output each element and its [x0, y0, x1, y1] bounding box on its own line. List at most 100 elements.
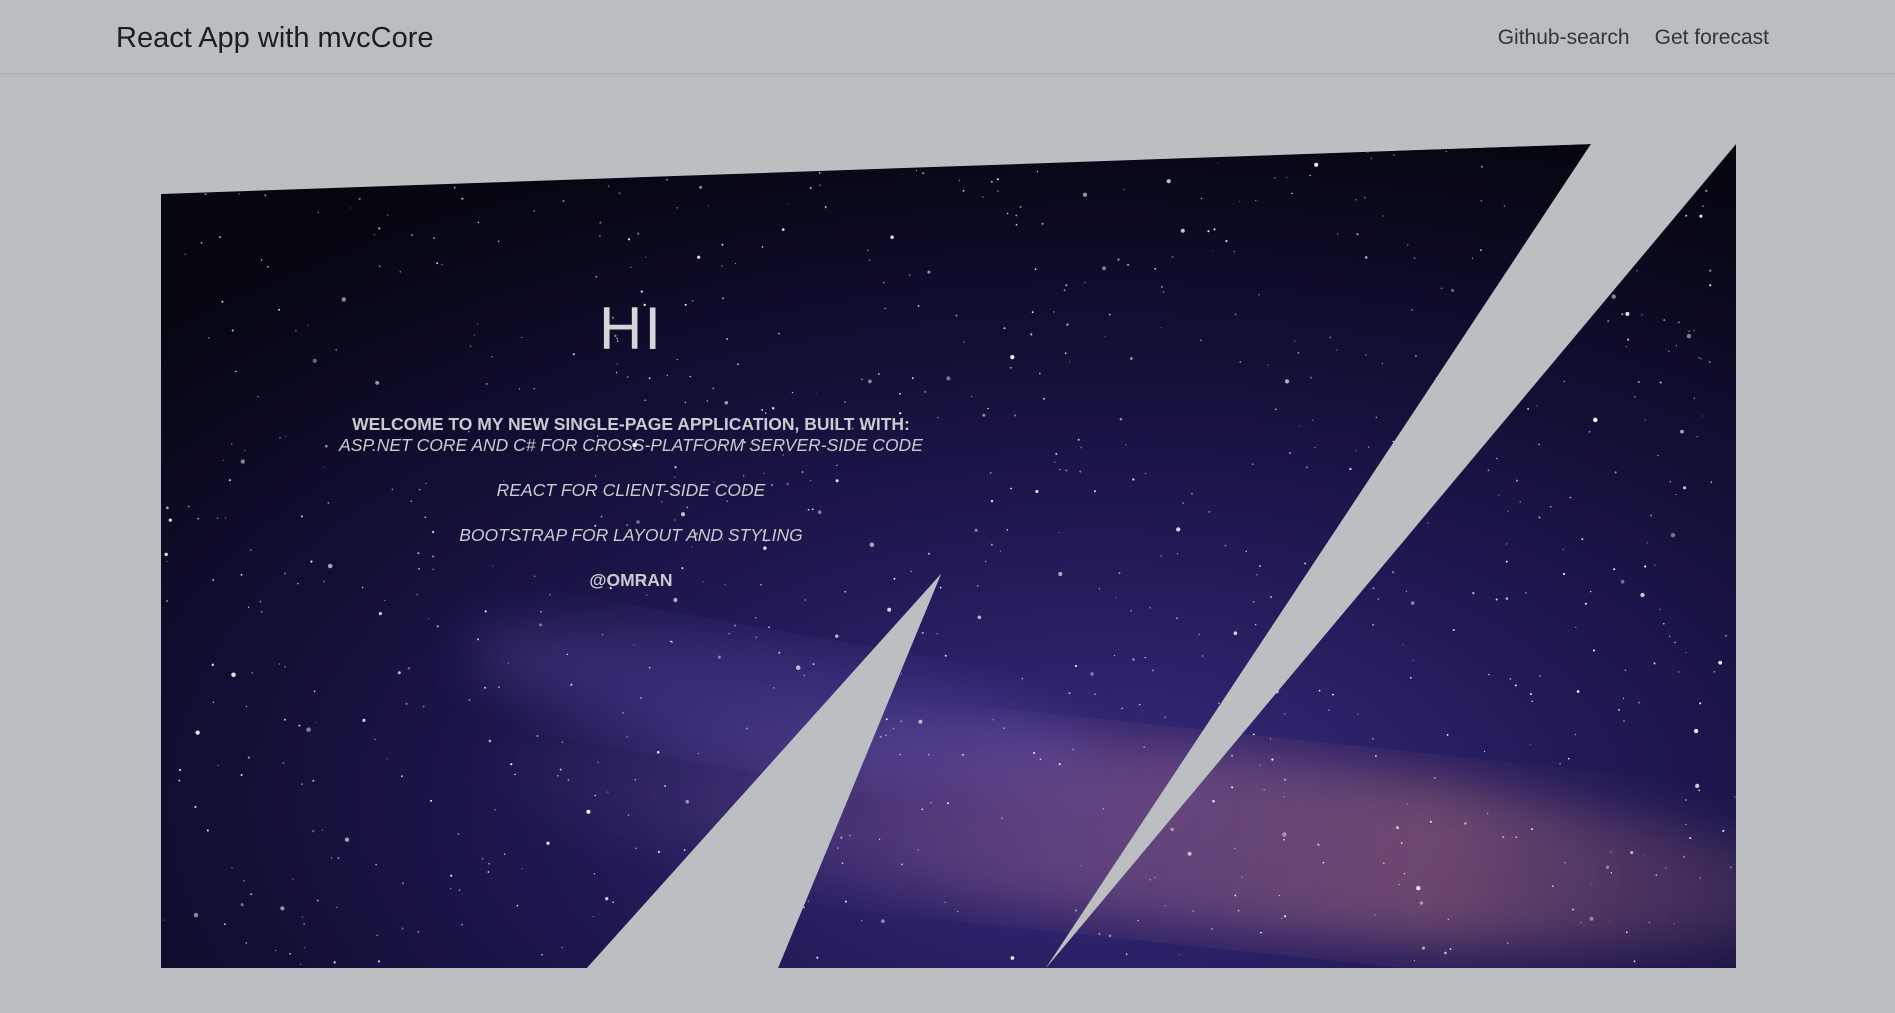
star [1149, 879, 1151, 881]
star [1593, 417, 1598, 423]
star [1114, 654, 1116, 657]
star [264, 194, 267, 197]
brand-link[interactable]: React App with mvcCore [116, 20, 434, 56]
star [970, 395, 973, 398]
star [697, 753, 699, 755]
star [996, 178, 999, 181]
star [990, 500, 994, 503]
star [1108, 934, 1112, 938]
star [240, 459, 245, 464]
star [333, 961, 336, 964]
star [1335, 349, 1338, 351]
star [461, 197, 464, 200]
star [1190, 492, 1193, 495]
star [885, 734, 887, 736]
star [586, 809, 591, 814]
star [1213, 228, 1216, 231]
star [1447, 918, 1450, 921]
nav-link-github-search[interactable]: Github-search [1498, 24, 1630, 52]
star [468, 698, 471, 702]
star [1253, 601, 1255, 603]
star [593, 873, 596, 875]
star [918, 719, 923, 724]
star [989, 472, 992, 474]
star [869, 259, 871, 261]
star [866, 249, 869, 252]
star [890, 235, 894, 240]
star [1310, 376, 1313, 379]
star [1231, 754, 1234, 757]
star [546, 841, 550, 845]
star [1433, 776, 1436, 779]
star [1064, 352, 1067, 355]
star [849, 835, 851, 837]
star [746, 727, 748, 730]
star [1692, 329, 1695, 332]
star [1019, 205, 1022, 208]
star [166, 560, 168, 563]
star [194, 805, 197, 808]
star [1252, 733, 1255, 736]
star [881, 919, 885, 923]
star [892, 727, 895, 730]
star [1505, 597, 1509, 600]
star [963, 341, 966, 344]
star [1734, 796, 1736, 798]
star [605, 897, 609, 901]
star [1118, 572, 1121, 575]
star [997, 190, 999, 192]
star [900, 673, 903, 675]
star [1372, 737, 1374, 740]
star [1178, 954, 1180, 956]
star [228, 479, 231, 482]
star [1144, 656, 1146, 659]
star [1575, 626, 1577, 629]
star [1375, 416, 1377, 419]
star [211, 663, 215, 667]
star [1611, 294, 1616, 299]
star [697, 255, 701, 259]
star [1685, 214, 1688, 217]
star [540, 610, 543, 613]
star [928, 754, 930, 756]
star [1119, 417, 1123, 421]
star [1058, 571, 1063, 577]
star [358, 197, 361, 200]
star [1256, 574, 1258, 576]
star [1621, 313, 1624, 316]
star [1516, 479, 1519, 482]
star [1644, 855, 1646, 857]
star [1349, 467, 1352, 471]
star [282, 762, 285, 764]
star [734, 263, 737, 265]
star [1009, 366, 1012, 369]
star [1705, 189, 1708, 192]
star [990, 180, 993, 183]
star [1322, 861, 1325, 864]
star [962, 189, 965, 192]
nav-link-get-forecast[interactable]: Get forecast [1655, 24, 1769, 52]
star [1058, 531, 1060, 534]
star [1065, 284, 1068, 287]
star [1486, 812, 1489, 815]
star [1669, 635, 1671, 637]
star [433, 237, 435, 239]
star [212, 579, 215, 581]
star [1429, 820, 1432, 823]
star [1488, 673, 1490, 676]
star [401, 927, 404, 930]
star [166, 506, 169, 510]
star [1161, 285, 1163, 288]
star [1260, 931, 1262, 934]
star [378, 611, 383, 616]
star [1529, 693, 1532, 696]
star [900, 720, 903, 723]
star [1729, 866, 1732, 869]
star [411, 234, 413, 237]
star [1452, 629, 1455, 632]
star [399, 271, 402, 273]
star [816, 956, 819, 959]
star [1657, 454, 1659, 457]
star [1584, 602, 1587, 605]
star [453, 186, 456, 189]
